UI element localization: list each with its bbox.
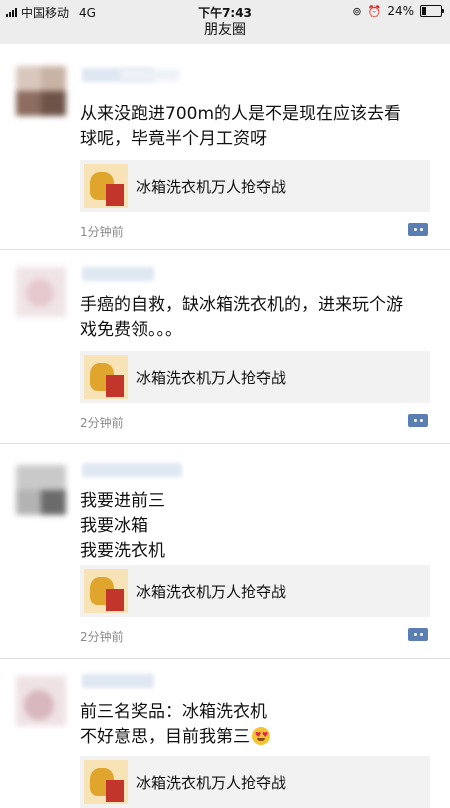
game-thumbnail	[84, 760, 128, 804]
game-thumbnail	[84, 569, 128, 613]
post-time: 2分钟前	[80, 630, 124, 644]
link-title: 冰箱洗衣机万人抢夺战	[136, 368, 287, 387]
comment-icon[interactable]	[408, 223, 428, 236]
username[interactable]	[82, 267, 154, 281]
link-title: 冰箱洗衣机万人抢夺战	[136, 177, 287, 196]
status-bar: 中国移动 4G 下午7:43 ⊚ ⏰ 24%	[0, 0, 450, 22]
avatar[interactable]	[16, 676, 66, 726]
moment-post: 我要进前三 我要冰箱 我要洗衣机 冰箱洗衣机万人抢夺战 2分钟前	[0, 443, 450, 658]
post-text: 前三名奖品：冰箱洗衣机 不好意思，目前我第三 ♥ ♥	[80, 700, 430, 750]
battery-percent: 24%	[387, 4, 414, 18]
post-text: 我要进前三 我要冰箱 我要洗衣机	[80, 491, 165, 561]
link-card[interactable]: 冰箱洗衣机万人抢夺战	[80, 565, 430, 617]
heart-eyes-emoji: ♥ ♥	[252, 727, 270, 745]
link-title: 冰箱洗衣机万人抢夺战	[136, 582, 287, 601]
link-title: 冰箱洗衣机万人抢夺战	[136, 773, 287, 792]
link-card[interactable]: 冰箱洗衣机万人抢夺战	[80, 160, 430, 212]
post-time: 1分钟前	[80, 225, 124, 239]
battery-icon	[420, 5, 444, 17]
alarm-icon: ⏰	[367, 4, 382, 18]
post-text-content: 前三名奖品：冰箱洗衣机 不好意思，目前我第三	[80, 702, 267, 747]
link-card[interactable]: 冰箱洗衣机万人抢夺战	[80, 756, 430, 808]
post-text: 从来没跑进700m的人是不是现在应该去看 球呢，毕竟半个月工资呀	[80, 104, 402, 149]
moment-post: 手癌的自救，缺冰箱洗衣机的，进来玩个游 戏免费领。。。 冰箱洗衣机万人抢夺战 2…	[0, 249, 450, 443]
avatar[interactable]	[16, 66, 66, 116]
comment-icon[interactable]	[408, 414, 428, 427]
post-time: 2分钟前	[80, 416, 124, 430]
game-thumbnail	[84, 355, 128, 399]
avatar[interactable]	[16, 465, 66, 515]
page-title: 朋友圈	[0, 22, 450, 44]
game-thumbnail	[84, 164, 128, 208]
moment-post: 从来没跑进700m的人是不是现在应该去看 球呢，毕竟半个月工资呀 冰箱洗衣机万人…	[0, 44, 450, 249]
username-blur	[120, 69, 180, 81]
avatar[interactable]	[16, 267, 66, 317]
username[interactable]	[82, 674, 154, 688]
rotation-lock-icon: ⊚	[352, 4, 362, 18]
comment-icon[interactable]	[408, 628, 428, 641]
moment-post: 前三名奖品：冰箱洗衣机 不好意思，目前我第三 ♥ ♥ 冰箱洗衣机万人抢夺战	[0, 658, 450, 808]
post-text: 手癌的自救，缺冰箱洗衣机的，进来玩个游 戏免费领。。。	[80, 295, 403, 340]
status-right: ⊚ ⏰ 24%	[352, 4, 444, 18]
link-card[interactable]: 冰箱洗衣机万人抢夺战	[80, 351, 430, 403]
username[interactable]	[82, 463, 182, 477]
